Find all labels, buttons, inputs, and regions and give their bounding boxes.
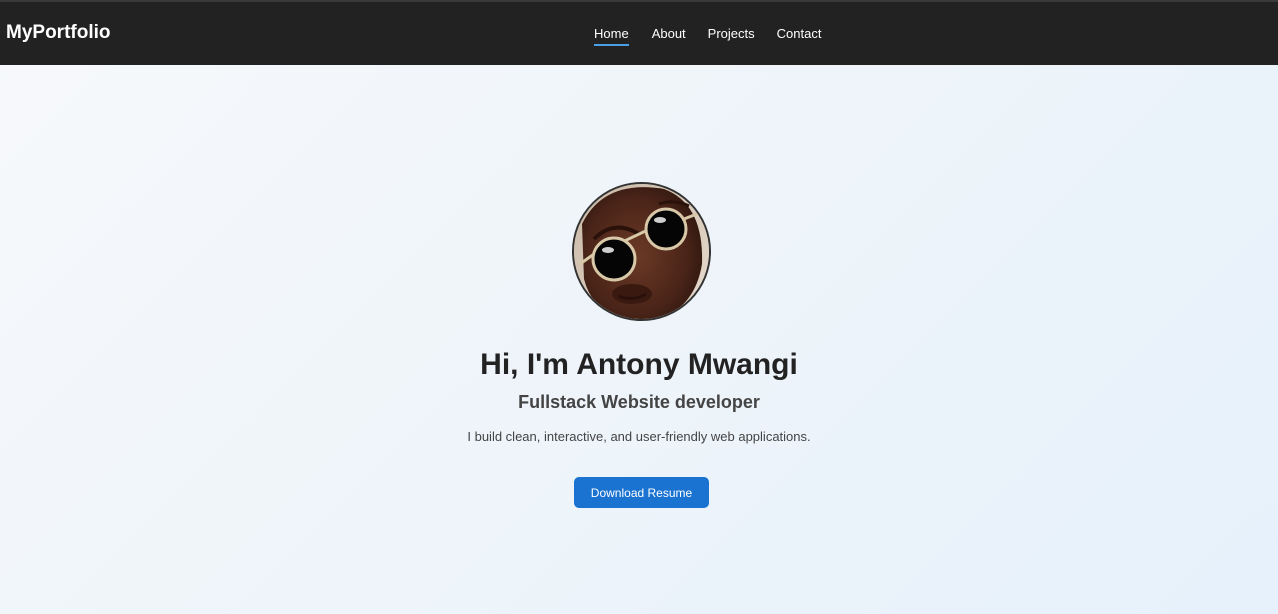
brand-logo[interactable]: MyPortfolio [6, 22, 111, 44]
hero-title: Hi, I'm Antony Mwangi [480, 348, 798, 381]
navbar: MyPortfolio Home About Projects Contact [0, 2, 1278, 65]
nav-link-contact[interactable]: Contact [777, 26, 822, 41]
avatar [572, 182, 711, 321]
nav-link-about[interactable]: About [652, 26, 686, 41]
download-resume-button[interactable]: Download Resume [574, 477, 709, 508]
nav-link-home[interactable]: Home [594, 26, 629, 46]
nav-link-projects[interactable]: Projects [708, 26, 755, 41]
profile-photo-icon [574, 184, 709, 319]
hero-section: Hi, I'm Antony Mwangi Fullstack Website … [0, 65, 1278, 614]
hero-description: I build clean, interactive, and user-fri… [467, 429, 811, 444]
hero-subtitle: Fullstack Website developer [518, 392, 760, 412]
nav-links: Home About Projects Contact [594, 26, 822, 46]
